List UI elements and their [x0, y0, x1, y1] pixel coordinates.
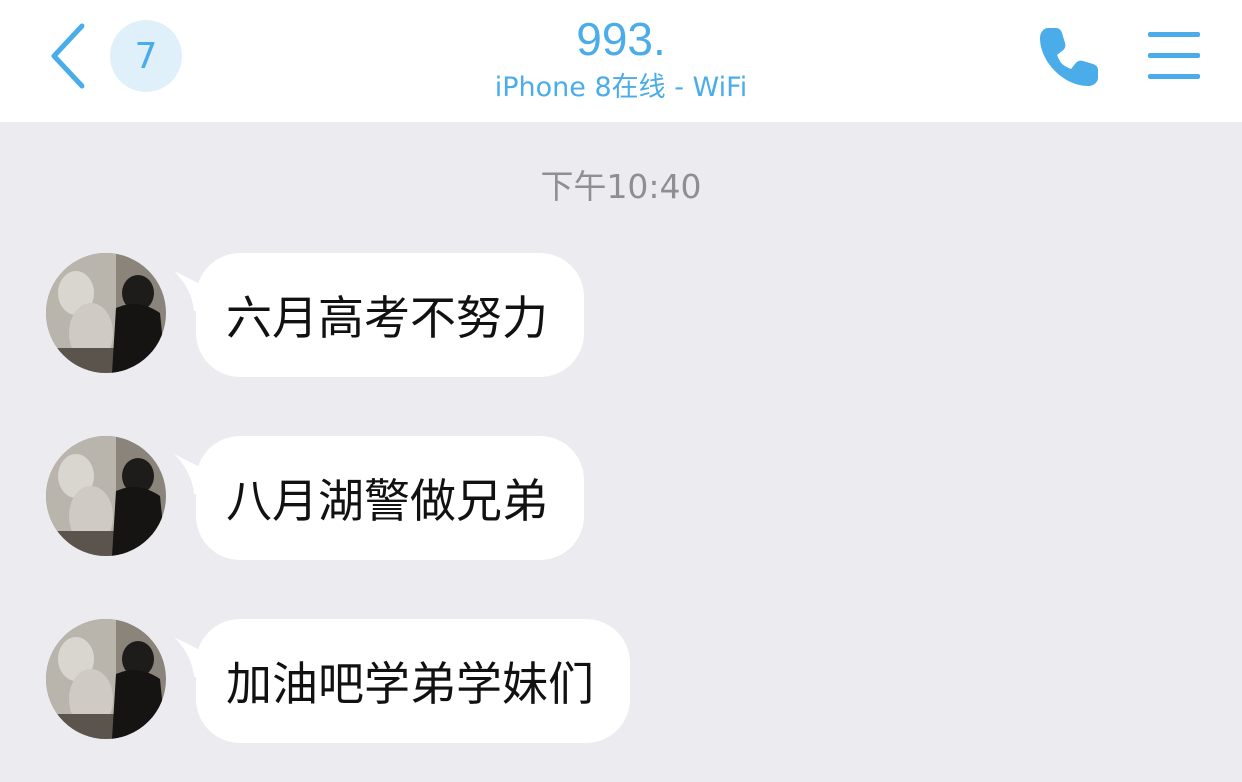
contact-status: iPhone 8在线 - WiFi: [494, 72, 748, 103]
contact-title[interactable]: 993. iPhone 8在线 - WiFi: [371, 10, 871, 106]
back-button[interactable]: [40, 20, 96, 92]
message-timestamp: 下午10:40: [540, 167, 702, 206]
avatar[interactable]: [46, 436, 166, 556]
message-text: 加油吧学弟学妹们: [226, 657, 594, 711]
message-bubble[interactable]: 加油吧学弟学妹们: [196, 619, 630, 743]
contact-name: 993.: [576, 13, 666, 65]
message-bubble[interactable]: 六月高考不努力: [196, 253, 584, 377]
chevron-left-icon: [51, 23, 85, 89]
message-text: 八月湖警做兄弟: [226, 474, 548, 528]
hamburger-menu-icon: [1148, 32, 1200, 79]
call-button[interactable]: [1034, 22, 1104, 92]
message-bubble[interactable]: 八月湖警做兄弟: [196, 436, 584, 560]
avatar[interactable]: [46, 253, 166, 373]
chat-header: 7 993. iPhone 8在线 - WiFi: [0, 0, 1242, 122]
menu-button[interactable]: [1146, 30, 1202, 82]
unread-count: 7: [134, 35, 158, 77]
phone-icon: [1040, 28, 1098, 86]
unread-count-badge[interactable]: 7: [110, 20, 182, 92]
avatar[interactable]: [46, 619, 166, 739]
message-text: 六月高考不努力: [226, 291, 548, 345]
